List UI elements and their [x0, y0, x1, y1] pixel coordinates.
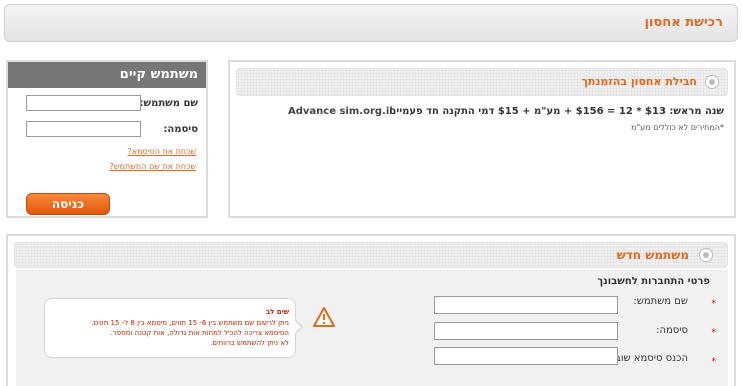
new-password-input[interactable] [434, 322, 618, 340]
confirm-password-input[interactable] [434, 347, 618, 365]
plan-header: חבילת אחסון בהזמנתך [236, 68, 728, 96]
login-button[interactable]: כניסה [26, 193, 110, 215]
existing-user-title: משתמש קיים [8, 62, 206, 88]
login-password-input[interactable] [26, 121, 141, 137]
required-mark: * [711, 357, 717, 367]
page-title: רכישת אחסון [644, 15, 723, 30]
registration-form: פרטי התחברות לחשבונך * שם משתמש: * סיסמה… [16, 270, 728, 386]
forgot-password-link[interactable]: שכחת את הסיסמא? [128, 147, 197, 156]
login-username-input[interactable] [26, 95, 141, 111]
new-password-label: סיסמה: [656, 325, 688, 336]
new-user-panel: משתמש חדש פרטי התחברות לחשבונך * שם משתמ… [6, 234, 736, 386]
new-username-input[interactable] [434, 296, 618, 314]
new-user-title: משתמש חדש [616, 248, 689, 262]
notice-title: שים לב [265, 308, 289, 316]
existing-user-panel: משתמש קיים שם משתמש: סיסמה: שכחת את הסיס… [6, 60, 208, 218]
notice-line: ניתן לרשום שם משתמש בין 6- 15 תווים, סיס… [91, 319, 289, 327]
warning-icon [313, 307, 335, 327]
plan-title: חבילת אחסון בהזמנתך [581, 75, 697, 88]
page-header: רכישת אחסון [4, 4, 738, 42]
notice-line: הסיסמא צריכה להכיל למחות אות גדולה, אות … [110, 329, 289, 337]
required-mark: * [711, 299, 717, 309]
confirm-password-label: הכנס סיסמא שוב: [611, 353, 688, 364]
section-bullet-icon [705, 75, 719, 89]
plan-description: שנה מראש: $13 * 12 = $156 + מע"מ + $15 ד… [389, 106, 724, 117]
forgot-username-link[interactable]: שכחת את שם המשתמש? [109, 162, 196, 171]
new-user-header: משתמש חדש [14, 242, 728, 268]
password-label: סיסמה: [163, 124, 198, 135]
required-mark: * [711, 328, 717, 338]
password-rules-notice: שים לב ניתן לרשום שם משתמש בין 6- 15 תוו… [44, 298, 335, 358]
notice-line: לא ניתן להשתמש ברווחים. [210, 339, 289, 347]
new-username-label: שם משתמש: [633, 296, 688, 307]
username-label: שם משתמש: [139, 98, 199, 109]
section-bullet-icon [699, 248, 713, 262]
plan-price-note: *המחירים לא כוללים מע"מ [631, 123, 724, 132]
plan-site-name: Advance sim.org.il [288, 106, 393, 117]
form-subtitle: פרטי התחברות לחשבונך [597, 276, 710, 287]
plan-panel: חבילת אחסון בהזמנתך שנה מראש: $13 * 12 =… [228, 60, 736, 218]
